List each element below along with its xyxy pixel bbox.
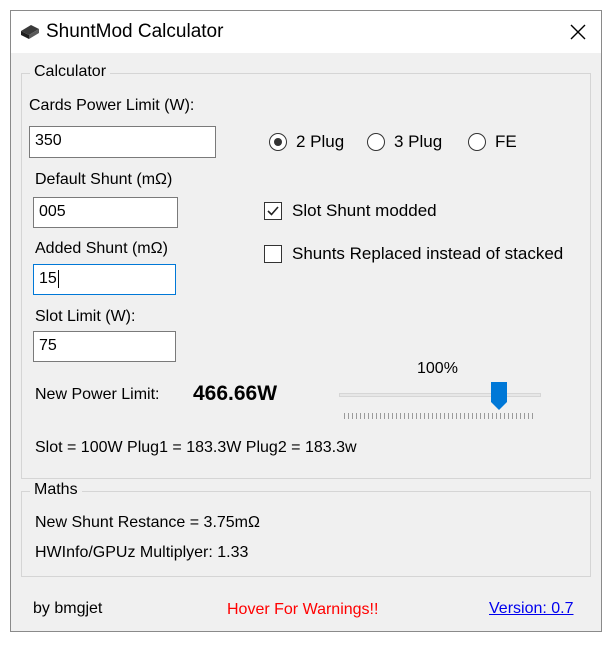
cards-power-input[interactable]: 350 [29,126,216,158]
close-button[interactable] [555,11,601,53]
maths-group: Maths [21,481,591,577]
power-slider[interactable] [337,381,543,421]
title-bar[interactable]: ShuntMod Calculator [11,11,601,53]
slot-limit-input[interactable]: 75 [33,331,176,362]
checkbox-unchecked-icon [264,245,282,263]
warnings-label[interactable]: Hover For Warnings!! [227,601,378,619]
slot-limit-label: Slot Limit (W): [35,308,136,325]
added-shunt-label: Added Shunt (mΩ) [35,240,168,257]
close-icon [570,24,586,40]
slot-shunt-modded-checkbox[interactable]: Slot Shunt modded [264,201,437,221]
new-power-label: New Power Limit: [35,386,160,403]
slot-shunt-modded-label: Slot Shunt modded [292,201,437,220]
default-shunt-input[interactable]: 005 [33,197,178,228]
shunts-replaced-label: Shunts Replaced instead of stacked [292,244,564,263]
new-power-value: 466.66W [193,382,278,405]
default-shunt-label: Default Shunt (mΩ) [35,171,173,188]
radio-unselected-icon [468,133,486,151]
added-shunt-value: 15 [39,270,57,287]
app-window: ShuntMod Calculator Calculator Cards Pow… [10,10,602,632]
slider-ticks [344,413,534,419]
text-caret [57,269,59,288]
radio-selected-icon [269,133,287,151]
shunt-resistance-text: New Shunt Restance = 3.75mΩ [35,514,260,531]
window-title: ShuntMod Calculator [46,21,224,42]
cards-power-label: Cards Power Limit (W): [29,97,195,114]
radio-unselected-icon [367,133,385,151]
added-shunt-input[interactable]: 15 [33,264,176,295]
multiplier-text: HWInfo/GPUz Multiplyer: 1.33 [35,544,249,561]
slider-percent-label: 100% [417,360,458,377]
maths-group-label: Maths [30,481,82,499]
slider-track [339,393,541,397]
slider-thumb[interactable] [490,381,508,411]
radio-3-plug-label: 3 Plug [394,132,443,151]
app-icon [21,25,39,39]
power-summary: Slot = 100W Plug1 = 183.3W Plug2 = 183.3… [35,439,357,456]
radio-3-plug[interactable]: 3 Plug [367,132,442,152]
radio-2-plug[interactable]: 2 Plug [269,132,344,152]
shunts-replaced-checkbox[interactable]: Shunts Replaced instead of stacked [264,244,563,264]
radio-fe-label: FE [495,132,517,151]
author-label: by bmgjet [33,600,103,617]
radio-2-plug-label: 2 Plug [296,132,345,151]
radio-fe[interactable]: FE [468,132,517,152]
version-link[interactable]: Version: 0.7 [489,600,574,618]
checkbox-checked-icon [264,202,282,220]
calculator-group-label: Calculator [30,63,111,81]
